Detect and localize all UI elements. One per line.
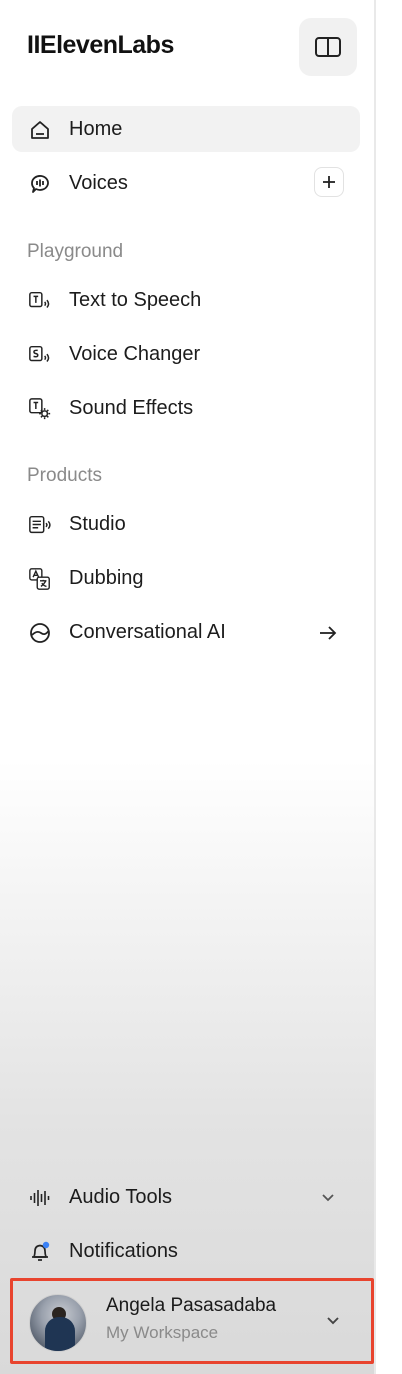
nav-item-audio-tools[interactable]: Audio Tools bbox=[12, 1174, 360, 1220]
sidebar-toggle-icon bbox=[314, 35, 342, 59]
nav-label-voices: Voices bbox=[69, 172, 128, 194]
notification-dot bbox=[42, 1241, 50, 1249]
sound-effects-icon bbox=[28, 397, 52, 421]
nav-label-studio: Studio bbox=[69, 513, 126, 535]
nav-label-conversational-ai: Conversational AI bbox=[69, 621, 226, 643]
avatar bbox=[29, 1294, 87, 1352]
sidebar-toggle-button[interactable] bbox=[299, 18, 357, 76]
add-voice-button[interactable] bbox=[314, 167, 344, 197]
plus-icon bbox=[322, 175, 336, 189]
sidebar: IIElevenLabs Home Voices Playground Text… bbox=[0, 0, 376, 1374]
account-switcher[interactable]: Angela Pasasadaba My Workspace bbox=[10, 1278, 374, 1364]
nav-item-notifications[interactable]: Notifications bbox=[12, 1228, 360, 1274]
nav-label-voice-changer: Voice Changer bbox=[69, 343, 201, 365]
nav-item-studio[interactable]: Studio bbox=[12, 501, 360, 547]
nav-label-dubbing: Dubbing bbox=[69, 567, 144, 589]
brand-logo[interactable]: IIElevenLabs bbox=[27, 31, 174, 60]
nav-item-dubbing[interactable]: Dubbing bbox=[12, 555, 360, 601]
text-to-speech-icon bbox=[28, 289, 52, 313]
nav-item-voice-changer[interactable]: Voice Changer bbox=[12, 331, 360, 377]
nav-label-home: Home bbox=[69, 118, 123, 140]
main-content-edge bbox=[378, 0, 402, 1374]
nav-item-sound-effects[interactable]: Sound Effects bbox=[12, 385, 360, 431]
account-name: Angela Pasasadaba bbox=[106, 1295, 277, 1316]
studio-icon bbox=[28, 513, 52, 537]
arrow-right-icon[interactable] bbox=[316, 621, 340, 645]
voices-icon bbox=[28, 172, 52, 196]
nav-item-voices[interactable]: Voices bbox=[12, 160, 360, 206]
nav-label-audio-tools: Audio Tools bbox=[69, 1186, 173, 1208]
nav-item-conversational-ai[interactable]: Conversational AI bbox=[12, 609, 360, 655]
conversational-ai-icon bbox=[28, 621, 52, 645]
chevron-down-icon[interactable] bbox=[316, 1186, 340, 1210]
section-title-products: Products bbox=[27, 465, 102, 486]
bell-icon bbox=[28, 1240, 52, 1264]
workspace-name: My Workspace bbox=[106, 1323, 219, 1342]
audio-waveform-icon bbox=[28, 1186, 52, 1210]
nav-label-sound-effects: Sound Effects bbox=[69, 397, 194, 419]
nav-label-notifications: Notifications bbox=[69, 1240, 178, 1262]
voice-changer-icon bbox=[28, 343, 52, 367]
chevron-down-icon[interactable] bbox=[321, 1309, 345, 1333]
nav-label-text-to-speech: Text to Speech bbox=[69, 289, 202, 311]
home-icon bbox=[28, 118, 52, 142]
dubbing-icon bbox=[28, 567, 52, 591]
nav-item-home[interactable]: Home bbox=[12, 106, 360, 152]
nav-item-text-to-speech[interactable]: Text to Speech bbox=[12, 277, 360, 323]
section-title-playground: Playground bbox=[27, 241, 124, 262]
